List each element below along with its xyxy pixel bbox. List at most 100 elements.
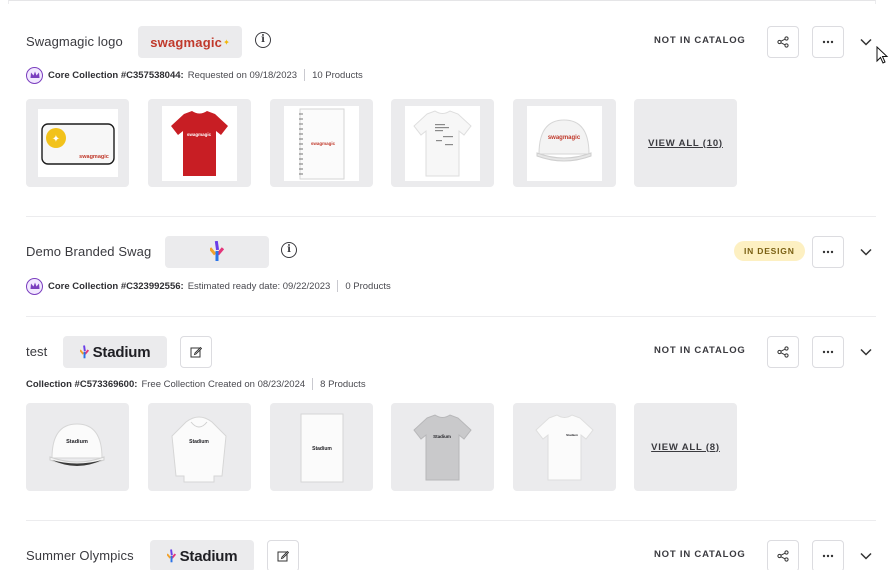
chevron-down-icon[interactable] — [858, 34, 874, 50]
catalog-status: NOT IN CATALOG — [654, 35, 746, 46]
svg-text:Stadium: Stadium — [433, 434, 451, 439]
ellipsis-icon — [822, 250, 834, 254]
collection-card: Demo Branded Swag i IN DESIGN Core Colle… — [26, 236, 876, 300]
collection-header: Demo Branded Swag i IN DESIGN — [26, 236, 876, 268]
chevron-down-icon[interactable] — [858, 548, 874, 564]
red-tshirt-image: swagmagic — [162, 105, 237, 181]
collection-name[interactable]: Swagmagic logo — [26, 34, 123, 49]
chevron-down-icon[interactable] — [858, 344, 874, 360]
edit-button[interactable] — [180, 336, 212, 368]
share-icon — [777, 36, 789, 48]
collection-id: Core Collection #C323992556 — [48, 280, 181, 292]
product-thumb[interactable]: Stadium — [270, 403, 373, 491]
info-icon[interactable]: i — [281, 242, 297, 258]
white-notebook-image: Stadium — [284, 409, 359, 485]
product-count: 8 Products — [320, 378, 366, 390]
more-options-button[interactable] — [812, 336, 844, 368]
sparkle-icon: ✦ — [223, 37, 230, 47]
share-button[interactable] — [767, 26, 799, 58]
product-count: 0 Products — [345, 280, 391, 292]
stadium-logo-mark — [210, 241, 224, 261]
view-all-link[interactable]: VIEW ALL (8) — [651, 442, 720, 453]
product-thumb[interactable]: ✦ swagmagic — [26, 99, 129, 187]
svg-text:swagmagic: swagmagic — [187, 132, 212, 137]
collection-logo[interactable]: Stadium — [150, 540, 254, 570]
white-tshirt-image: Stadium — [527, 409, 602, 485]
svg-text:✦: ✦ — [51, 134, 59, 145]
collection-logo[interactable]: Stadium — [63, 336, 167, 368]
svg-text:Stadium: Stadium — [312, 446, 332, 452]
svg-text:Stadium: Stadium — [66, 439, 88, 445]
collection-name[interactable]: Summer Olympics — [26, 548, 134, 563]
ellipsis-icon — [822, 40, 834, 44]
product-thumb[interactable]: swagmagic — [148, 99, 251, 187]
collection-meta: Core Collection #C323992556: Estimated r… — [26, 277, 876, 295]
share-icon — [777, 346, 789, 358]
product-thumbnails: ✦ swagmagic swagmagic swagmagic swagmagi… — [26, 99, 876, 187]
catalog-status: NOT IN CATALOG — [654, 345, 746, 356]
collection-date: Requested on 09/18/2023 — [187, 69, 298, 81]
share-button[interactable] — [767, 336, 799, 368]
info-icon[interactable]: i — [255, 32, 271, 48]
logo-wordmark: Stadium — [179, 547, 238, 565]
collection-date: Free Collection Created on 08/23/2024 — [141, 378, 306, 390]
view-all-link[interactable]: VIEW ALL (10) — [648, 138, 723, 149]
collection-card: Summer Olympics Stadium NOT IN CATALOG — [26, 540, 876, 570]
edit-button[interactable] — [267, 540, 299, 570]
product-thumb[interactable]: swagmagic — [513, 99, 616, 187]
collection-id: Collection #C573369600 — [26, 378, 135, 390]
grey-tshirt-image: Stadium — [405, 409, 480, 485]
logo-wordmark: swagmagic — [150, 34, 223, 50]
share-icon — [777, 550, 789, 562]
collection-name[interactable]: Demo Branded Swag — [26, 244, 151, 259]
in-design-badge: IN DESIGN — [734, 241, 805, 261]
product-count: 10 Products — [312, 69, 363, 81]
white-hoodie-image: Stadium — [162, 409, 237, 485]
collection-meta: Collection #C573369600: Free Collection … — [26, 378, 366, 390]
more-options-button[interactable] — [812, 26, 844, 58]
laptop-sleeve-image: ✦ swagmagic — [37, 109, 118, 177]
collection-logo[interactable] — [165, 236, 269, 268]
product-thumb[interactable]: Stadium — [513, 403, 616, 491]
section-divider — [26, 216, 876, 217]
meta-divider — [312, 378, 314, 390]
crown-icon — [26, 277, 43, 295]
section-divider — [26, 520, 876, 521]
collection-header: Swagmagic logo swagmagic ✦ i NOT IN CATA… — [26, 26, 876, 58]
product-thumb[interactable]: Stadium — [26, 403, 129, 491]
stadium-logo-mark — [79, 344, 89, 358]
white-tshirt-image — [405, 105, 480, 181]
more-options-button[interactable] — [812, 236, 844, 268]
edit-icon — [277, 550, 289, 562]
collection-header: Summer Olympics Stadium NOT IN CATALOG — [26, 540, 876, 570]
stadium-logo-mark — [166, 548, 176, 562]
product-thumb[interactable] — [391, 99, 494, 187]
section-divider — [26, 316, 876, 317]
collection-name[interactable]: test — [26, 344, 47, 359]
edit-icon — [190, 346, 202, 358]
ellipsis-icon — [822, 350, 834, 354]
collection-date: Estimated ready date: 09/22/2023 — [187, 280, 331, 292]
collection-card: test Stadium NOT IN CATALOG Collection #… — [26, 336, 876, 506]
view-all-tile[interactable]: VIEW ALL (8) — [634, 403, 737, 491]
collection-card: Swagmagic logo swagmagic ✦ i NOT IN CATA… — [26, 26, 876, 196]
more-options-button[interactable] — [812, 540, 844, 570]
white-cap-image: Stadium — [40, 409, 115, 485]
svg-text:swagmagic: swagmagic — [79, 154, 109, 160]
collection-meta: Core Collection #C357538044: Requested o… — [26, 66, 876, 84]
collection-logo[interactable]: swagmagic ✦ — [138, 26, 242, 58]
notebook-image: swagmagic — [284, 105, 359, 181]
svg-text:swagmagic: swagmagic — [311, 141, 336, 146]
product-thumb[interactable]: swagmagic — [270, 99, 373, 187]
crown-icon — [26, 66, 43, 84]
view-all-tile[interactable]: VIEW ALL (10) — [634, 99, 737, 187]
product-thumb[interactable]: Stadium — [148, 403, 251, 491]
list-top-edge — [8, 0, 876, 4]
white-cap-image: swagmagic — [527, 105, 602, 181]
product-thumb[interactable]: Stadium — [391, 403, 494, 491]
svg-text:Stadium: Stadium — [566, 433, 578, 437]
chevron-down-icon[interactable] — [858, 244, 874, 260]
svg-text:Stadium: Stadium — [189, 439, 209, 445]
share-button[interactable] — [767, 540, 799, 570]
meta-divider — [304, 69, 306, 81]
